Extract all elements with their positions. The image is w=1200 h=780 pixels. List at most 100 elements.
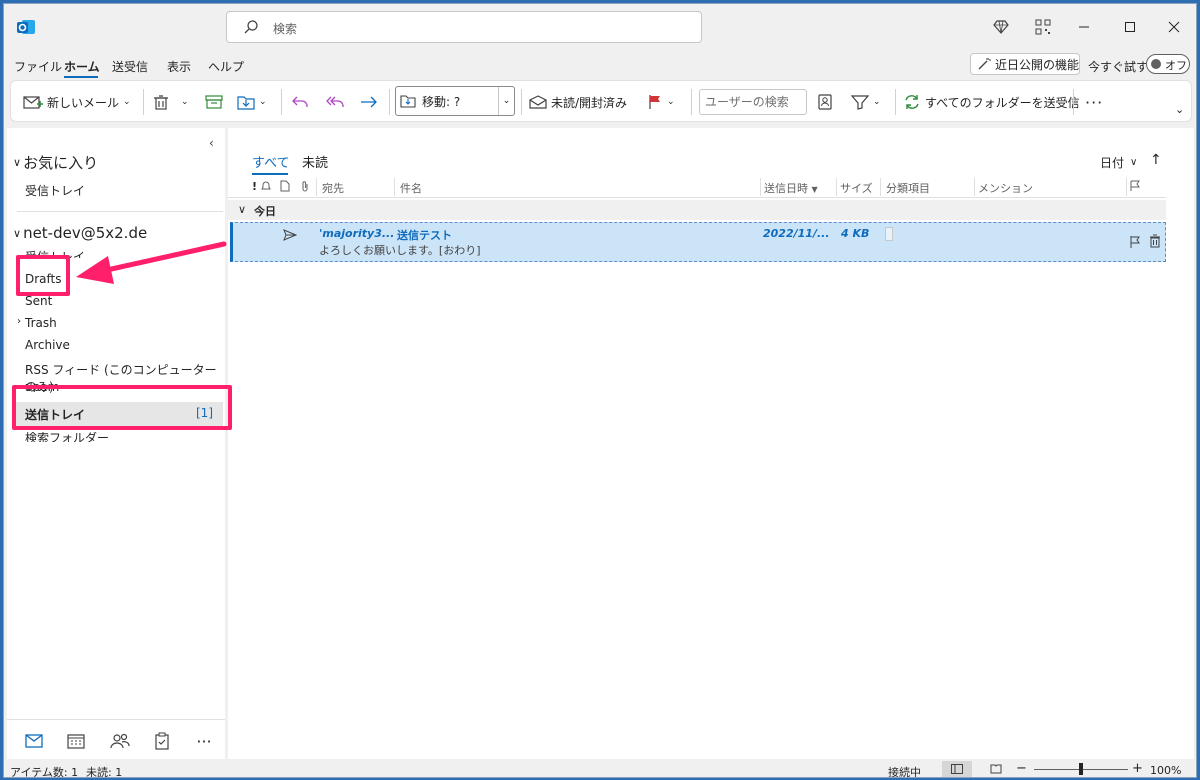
calendar-icon[interactable] (65, 730, 87, 752)
group-today-label: 今日 (254, 205, 276, 218)
ribbon-separator (281, 89, 282, 115)
try-now-toggle[interactable]: オフ (1146, 54, 1190, 74)
archive-button[interactable] (205, 88, 223, 116)
highlight-drafts (16, 255, 70, 296)
column-separator (760, 178, 761, 196)
col-sent-date[interactable]: 送信日時 ▼ (764, 180, 818, 196)
sort-direction-arrow-icon[interactable]: ↑ (1150, 152, 1162, 168)
chevron-down-icon[interactable]: ⌄ (498, 87, 514, 115)
col-category[interactable]: 分類項目 (886, 180, 930, 196)
tab-file[interactable]: ファイル (14, 58, 62, 75)
chevron-down-icon: ⌄ (181, 97, 189, 107)
reading-view-icon (990, 764, 1002, 774)
move-folder-icon (237, 96, 255, 110)
column-separator (394, 178, 395, 196)
more-options-icon[interactable]: ··· (1085, 88, 1103, 116)
coming-soon-button[interactable]: 近日公開の機能 (970, 53, 1080, 75)
more-modules-icon[interactable]: ··· (193, 730, 215, 752)
col-size[interactable]: サイズ (840, 180, 873, 196)
collapse-pane-icon[interactable]: ‹ (209, 136, 214, 150)
attachment-icon[interactable] (300, 180, 310, 195)
move-label: 移動: ? (422, 94, 461, 109)
col-subject[interactable]: 件名 (400, 180, 422, 196)
trash-icon (154, 95, 168, 110)
zoom-slider-track[interactable] (1034, 763, 1128, 775)
forward-button[interactable] (359, 88, 379, 116)
qr-code-icon[interactable] (1032, 16, 1054, 38)
document-icon[interactable] (280, 180, 290, 195)
read-unread-button[interactable]: 未読/開封済み (529, 88, 627, 116)
favorites-header[interactable]: ∨ お気に入り (13, 152, 98, 173)
address-book-button[interactable] (817, 88, 833, 116)
category-swatch[interactable] (885, 227, 893, 241)
new-mail-button[interactable]: 新しいメール ⌄ (23, 88, 131, 116)
module-switcher: ··· (7, 719, 225, 759)
sort-desc-icon: ▼ (811, 185, 818, 194)
toggle-label: オフ (1165, 59, 1187, 72)
chevron-down-icon: ∨ (238, 203, 247, 216)
folder-trash[interactable]: Trash (25, 316, 57, 330)
flag-column-icon[interactable] (1130, 180, 1140, 195)
message-row[interactable]: 'majority3... 送信テスト よろしくお願いします。[おわり] 202… (230, 222, 1166, 262)
delete-button[interactable]: ⌄ (153, 88, 189, 116)
search-input[interactable]: 検索 (226, 11, 702, 43)
column-header-row: ! 宛先 件名 送信日時 ▼ サイズ 分類項目 メンション (228, 176, 1166, 198)
move-icon (400, 95, 416, 108)
tab-send-receive[interactable]: 送受信 (112, 58, 148, 75)
filter-button[interactable]: ⌄ (851, 88, 881, 116)
status-bar: アイテム数: 1 未読: 1 接続中 − + 100% (4, 759, 1196, 778)
trash-icon[interactable] (1149, 234, 1161, 248)
sync-icon (905, 95, 919, 109)
col-sent-date-label: 送信日時 (764, 182, 808, 195)
reply-all-button[interactable] (325, 88, 345, 116)
tab-all[interactable]: すべて (252, 152, 290, 171)
reminder-icon[interactable] (260, 180, 272, 195)
folder-search-folders[interactable]: 検索フォルダー (25, 432, 109, 442)
unread-count: 未読: 1 (86, 766, 123, 778)
forward-icon (361, 96, 377, 108)
people-icon[interactable] (109, 730, 131, 752)
sent-arrow-icon (283, 229, 297, 241)
message-subject: 送信テスト (397, 229, 452, 242)
send-receive-all-button[interactable]: すべてのフォルダーを送受信 (903, 88, 1080, 116)
ribbon-separator (389, 89, 390, 115)
normal-view-button[interactable] (942, 761, 972, 777)
zoom-in-icon[interactable]: + (1132, 761, 1143, 776)
col-to[interactable]: 宛先 (322, 180, 344, 196)
zoom-slider-thumb[interactable] (1079, 763, 1083, 775)
archive-icon (205, 95, 223, 109)
message-size: 4 KB (841, 227, 870, 240)
col-mention[interactable]: メンション (978, 180, 1033, 196)
col-importance[interactable]: ! (252, 180, 257, 193)
ribbon-separator (895, 89, 896, 115)
user-search-input[interactable]: ユーザーの検索 (699, 89, 807, 115)
move-dropdown[interactable]: 移動: ? ⌄ (395, 86, 515, 116)
tasks-icon[interactable] (151, 730, 173, 752)
diamond-icon[interactable] (990, 16, 1012, 38)
chevron-down-icon: ∨ (13, 156, 22, 169)
folder-sent[interactable]: Sent (25, 294, 52, 308)
flag-icon[interactable] (1129, 235, 1141, 249)
tab-home[interactable]: ホーム (64, 58, 100, 75)
tab-help[interactable]: ヘルプ (208, 58, 244, 75)
favorite-inbox[interactable]: 受信トレイ (25, 182, 85, 199)
folder-archive[interactable]: Archive (25, 338, 70, 352)
zoom-out-icon[interactable]: − (1016, 761, 1027, 776)
highlight-outbox (12, 385, 232, 430)
maximize-button[interactable] (1110, 12, 1150, 42)
reply-button[interactable] (291, 88, 311, 116)
tab-view[interactable]: 表示 (167, 58, 191, 75)
minimize-button[interactable] (1064, 12, 1104, 42)
reply-icon (292, 96, 308, 107)
sort-by-button[interactable]: 日付 ∨ (1100, 154, 1137, 171)
ribbon-expand-chevron-icon[interactable]: ⌄ (1175, 95, 1184, 123)
close-button[interactable] (1154, 12, 1194, 42)
chevron-right-icon[interactable]: › (17, 316, 21, 327)
move-to-folder-button[interactable]: ⌄ (237, 88, 267, 116)
mail-icon[interactable] (23, 730, 45, 752)
group-header-today[interactable]: ∨ 今日 (228, 200, 1166, 220)
reading-view-button[interactable] (986, 761, 1006, 777)
tab-unread[interactable]: 未読 (302, 152, 328, 171)
flag-button[interactable]: ⌄ (647, 88, 675, 116)
magic-wand-icon (978, 58, 991, 70)
